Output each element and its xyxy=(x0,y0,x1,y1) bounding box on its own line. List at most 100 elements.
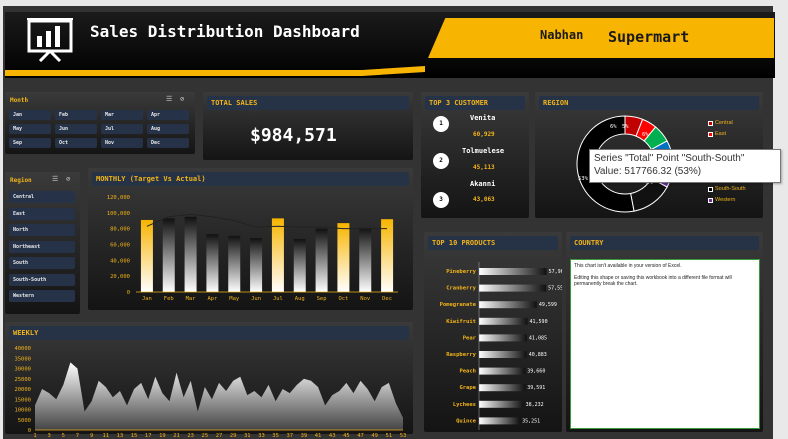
x-tick-label: Dec xyxy=(382,296,392,302)
x-tick-label: 7 xyxy=(76,433,79,439)
product-bar[interactable] xyxy=(479,351,527,358)
dashboard-title: Sales Distribution Dashboard xyxy=(90,22,360,41)
y-tick-label: 5000 xyxy=(18,418,31,424)
month-slicer-item[interactable]: Apr xyxy=(147,110,189,120)
legend-entry[interactable]: Central xyxy=(708,120,733,126)
actual-bar[interactable] xyxy=(293,238,306,292)
month-slicer-item[interactable]: Jun xyxy=(55,124,97,134)
legend-swatch xyxy=(708,131,713,137)
x-tick-label: Apr xyxy=(207,296,218,302)
month-slicer-item[interactable]: Sep xyxy=(9,138,51,148)
x-tick-label: May xyxy=(229,296,240,302)
x-tick-label: 3 xyxy=(47,433,50,439)
product-bar[interactable] xyxy=(479,301,537,309)
month-slicer-item[interactable]: Aug xyxy=(147,124,189,134)
slice-label: 6% xyxy=(642,132,649,138)
region-slicer-item[interactable]: Western xyxy=(9,290,75,302)
presentation-icon xyxy=(25,16,75,63)
y-tick-label: 60,000 xyxy=(110,243,130,249)
actual-bar[interactable] xyxy=(271,218,284,292)
y-tick-label: 10000 xyxy=(14,408,31,414)
x-tick-label: Sep xyxy=(317,296,327,302)
actual-bar[interactable] xyxy=(228,235,241,292)
region-slicer-item[interactable]: Central xyxy=(9,191,75,203)
month-slicer-item[interactable]: Feb xyxy=(55,110,97,120)
actual-bar[interactable] xyxy=(140,219,153,292)
slice-label: 6% xyxy=(610,124,617,130)
product-label: Kiwifruit xyxy=(446,319,476,325)
month-slicer-item[interactable]: Dec xyxy=(147,138,189,148)
month-slicer-item[interactable]: Nov xyxy=(101,138,143,148)
customer-name: Tolmuelese xyxy=(462,147,505,155)
clear-filter-icon[interactable]: ⊘ xyxy=(66,175,70,183)
month-slicer-item[interactable]: Mar xyxy=(101,110,143,120)
actual-bar[interactable] xyxy=(315,228,328,292)
x-tick-label: 33 xyxy=(258,433,265,439)
month-slicer-item[interactable]: May xyxy=(9,124,51,134)
company-name-a: Nabhan xyxy=(540,28,584,42)
total-sales-title: TOTAL SALES xyxy=(207,96,409,110)
legend-entry[interactable]: South-South xyxy=(708,186,746,192)
product-bar[interactable] xyxy=(479,268,547,275)
legend-swatch xyxy=(708,186,713,192)
legend-entry[interactable]: East xyxy=(708,131,726,137)
weekly-chart-title: WEEKLY xyxy=(9,326,409,340)
month-slicer-item[interactable]: Jul xyxy=(101,124,143,134)
weekly-area[interactable] xyxy=(35,362,403,430)
monthly-chart-title: MONTHLY (Target Vs Actual) xyxy=(92,172,409,186)
x-tick-label: 31 xyxy=(244,433,251,439)
x-tick-label: 25 xyxy=(202,433,209,439)
y-tick-label: 0 xyxy=(28,428,31,434)
y-tick-label: 40000 xyxy=(14,346,31,352)
customer-value: 43,063 xyxy=(473,196,495,203)
product-bar[interactable] xyxy=(479,384,526,392)
top-products-bar-chart: Pineberry 57,963 Cranberry 57,554 Pomegranat… xyxy=(440,262,562,430)
month-slicer-item[interactable]: Jan xyxy=(9,110,51,120)
product-label: Raspberry xyxy=(446,352,476,358)
x-tick-label: 15 xyxy=(131,433,138,439)
y-tick-label: 40,000 xyxy=(110,258,130,264)
legend-label: Western xyxy=(715,197,736,203)
x-tick-label: Jan xyxy=(142,296,152,302)
product-value-label: 41,085 xyxy=(529,335,547,341)
y-tick-label: 100,000 xyxy=(107,211,130,217)
region-slicer-item[interactable]: South xyxy=(9,257,75,269)
customer-name: Venita xyxy=(470,114,496,122)
customer-value: 45,113 xyxy=(473,164,495,171)
region-slicer-item[interactable]: Northeast xyxy=(9,240,75,253)
region-slicer-item[interactable]: East xyxy=(9,207,75,220)
product-bar[interactable] xyxy=(479,317,528,325)
x-tick-label: Mar xyxy=(186,296,197,302)
country-message: This chart isn't available in your versi… xyxy=(574,263,682,269)
product-bar[interactable] xyxy=(479,284,547,292)
product-bar[interactable] xyxy=(479,417,521,425)
actual-bar[interactable] xyxy=(162,218,175,292)
x-tick-label: Nov xyxy=(360,296,371,302)
product-label: Lychees xyxy=(453,402,476,408)
multi-select-icon[interactable]: ☰ xyxy=(166,95,172,103)
month-slicer-item[interactable]: Oct xyxy=(55,138,97,148)
x-tick-label: Feb xyxy=(164,296,174,302)
country-placeholder[interactable]: This chart isn't available in your versi… xyxy=(570,259,760,429)
multi-select-icon[interactable]: ☰ xyxy=(52,175,58,183)
product-bar[interactable] xyxy=(479,334,527,342)
x-tick-label: 11 xyxy=(102,433,109,439)
actual-bar[interactable] xyxy=(206,234,219,292)
x-tick-label: 29 xyxy=(230,433,237,439)
region-slicer-item[interactable]: South-South xyxy=(9,273,75,286)
x-tick-label: 21 xyxy=(173,433,180,439)
actual-bar[interactable] xyxy=(359,227,372,292)
x-tick-label: 49 xyxy=(371,433,378,439)
actual-bar[interactable] xyxy=(250,238,263,292)
product-bar[interactable] xyxy=(479,367,526,375)
product-label: Pineberry xyxy=(446,269,476,275)
top-products-title: TOP 10 PRODUCTS xyxy=(428,236,558,250)
product-bar[interactable] xyxy=(479,400,524,408)
region-slicer-item[interactable]: North xyxy=(9,224,75,236)
clear-filter-icon[interactable]: ⊘ xyxy=(180,95,184,103)
y-tick-label: 120,000 xyxy=(107,195,130,201)
legend-entry[interactable]: Western xyxy=(708,197,735,203)
actual-bar[interactable] xyxy=(381,219,394,292)
actual-bar[interactable] xyxy=(184,216,197,292)
actual-bar[interactable] xyxy=(337,223,350,292)
